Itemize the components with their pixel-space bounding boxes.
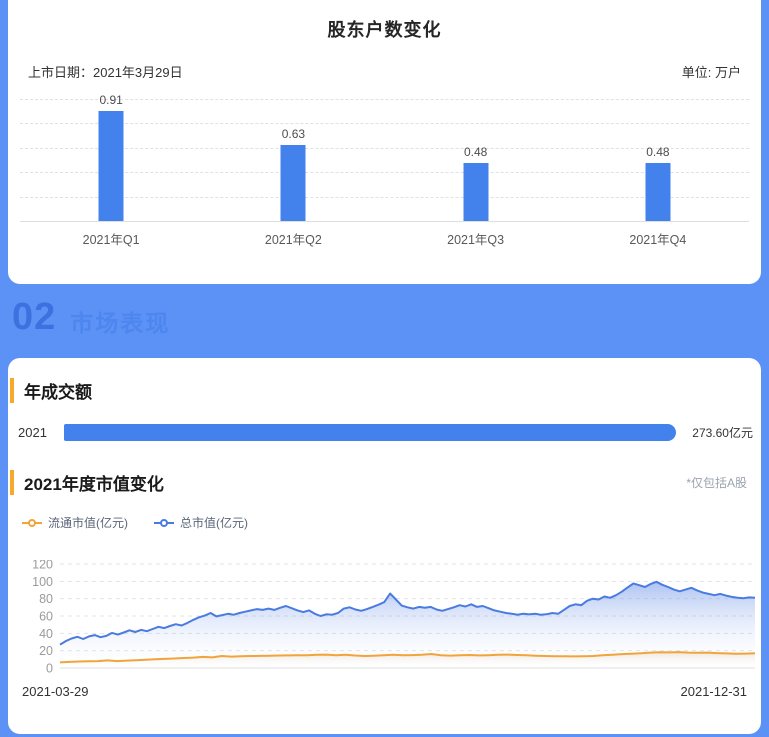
bar-column[interactable]: 0.48 [567,100,749,222]
section-header: 02 市场表现 [12,296,170,339]
marketcap-heading-row: 2021年度市值变化 *仅包括A股 [10,470,747,495]
chart-legend: 流通市值(亿元) 总市值(亿元) [22,514,248,531]
section-number: 02 [12,296,56,339]
shareholder-bar-chart[interactable]: 0.910.630.480.48 2021年Q12021年Q22021年Q320… [20,100,749,248]
turnover-value-label: 273.60亿元 [692,424,753,441]
x-tick-label: 2021年Q1 [20,229,202,248]
bar-value-label: 0.48 [385,145,567,159]
x-tick-label: 2021年Q2 [202,229,384,248]
section-header-title: 市场表现 [70,304,170,338]
chart-info-row: 上市日期：2021年3月29日 单位: 万户 [28,62,741,81]
turnover-heading-row: 年成交额 [10,378,747,403]
section-title-wrap: 股东户数变化 [8,0,761,42]
page-title-highlight: 股东户数变化 [328,16,442,42]
end-date-label: 2021-12-31 [681,684,748,699]
x-tick-label: 2021年Q4 [567,229,749,248]
marketcap-heading: 2021年度市值变化 [10,470,164,495]
total-cap-legend-icon [154,519,174,527]
bar-column[interactable]: 0.63 [202,100,384,222]
bar-column[interactable]: 0.91 [20,100,202,222]
y-tick-label: 100 [32,575,53,589]
turnover-bar[interactable] [64,424,676,441]
y-tick-label: 40 [39,627,53,641]
bar-column[interactable]: 0.48 [385,100,567,222]
page-title: 股东户数变化 [328,20,442,40]
marketcap-note: *仅包括A股 [686,474,747,491]
unit-label: 单位: 万户 [682,62,741,81]
market-cap-area-chart[interactable]: 0 20 40 60 80 100 120 [20,560,755,676]
y-tick-label: 60 [39,610,53,624]
y-tick-label: 0 [46,662,53,676]
shareholder-section-card: 股东户数变化 上市日期：2021年3月29日 单位: 万户 0.910.630.… [8,0,761,284]
bar-value-label: 0.63 [202,127,384,141]
turnover-bar-track [64,424,685,441]
y-tick-label: 20 [39,644,53,658]
legend-label: 总市值(亿元) [180,514,248,531]
legend-item-circulating-cap[interactable]: 流通市值(亿元) [22,514,128,531]
bar[interactable] [99,111,124,222]
bar-value-label: 0.91 [20,93,202,107]
y-tick-label: 120 [32,560,53,572]
bar-chart-plot[interactable]: 0.910.630.480.48 [20,100,749,222]
x-tick-label: 2021年Q3 [385,229,567,248]
bar-chart-x-labels: 2021年Q12021年Q22021年Q32021年Q4 [20,229,749,248]
turnover-heading: 年成交额 [10,378,92,403]
bar[interactable] [281,145,306,222]
start-date-label: 2021-03-29 [22,684,89,699]
x-axis-line [20,221,749,222]
bar[interactable] [645,163,670,222]
turnover-bar-row: 2021 273.60亿元 [18,424,753,441]
y-tick-label: 80 [39,592,53,606]
listing-date-label: 上市日期：2021年3月29日 [28,62,183,81]
market-performance-card: 年成交额 2021 273.60亿元 2021年度市值变化 *仅包括A股 流通市… [8,358,761,734]
legend-label: 流通市值(亿元) [48,514,128,531]
chart-date-range: 2021-03-29 2021-12-31 [22,684,747,699]
circulating-cap-legend-icon [22,519,42,527]
legend-item-total-cap[interactable]: 总市值(亿元) [154,514,248,531]
bar[interactable] [463,163,488,222]
turnover-year-label: 2021 [18,425,54,440]
bar-value-label: 0.48 [567,145,749,159]
